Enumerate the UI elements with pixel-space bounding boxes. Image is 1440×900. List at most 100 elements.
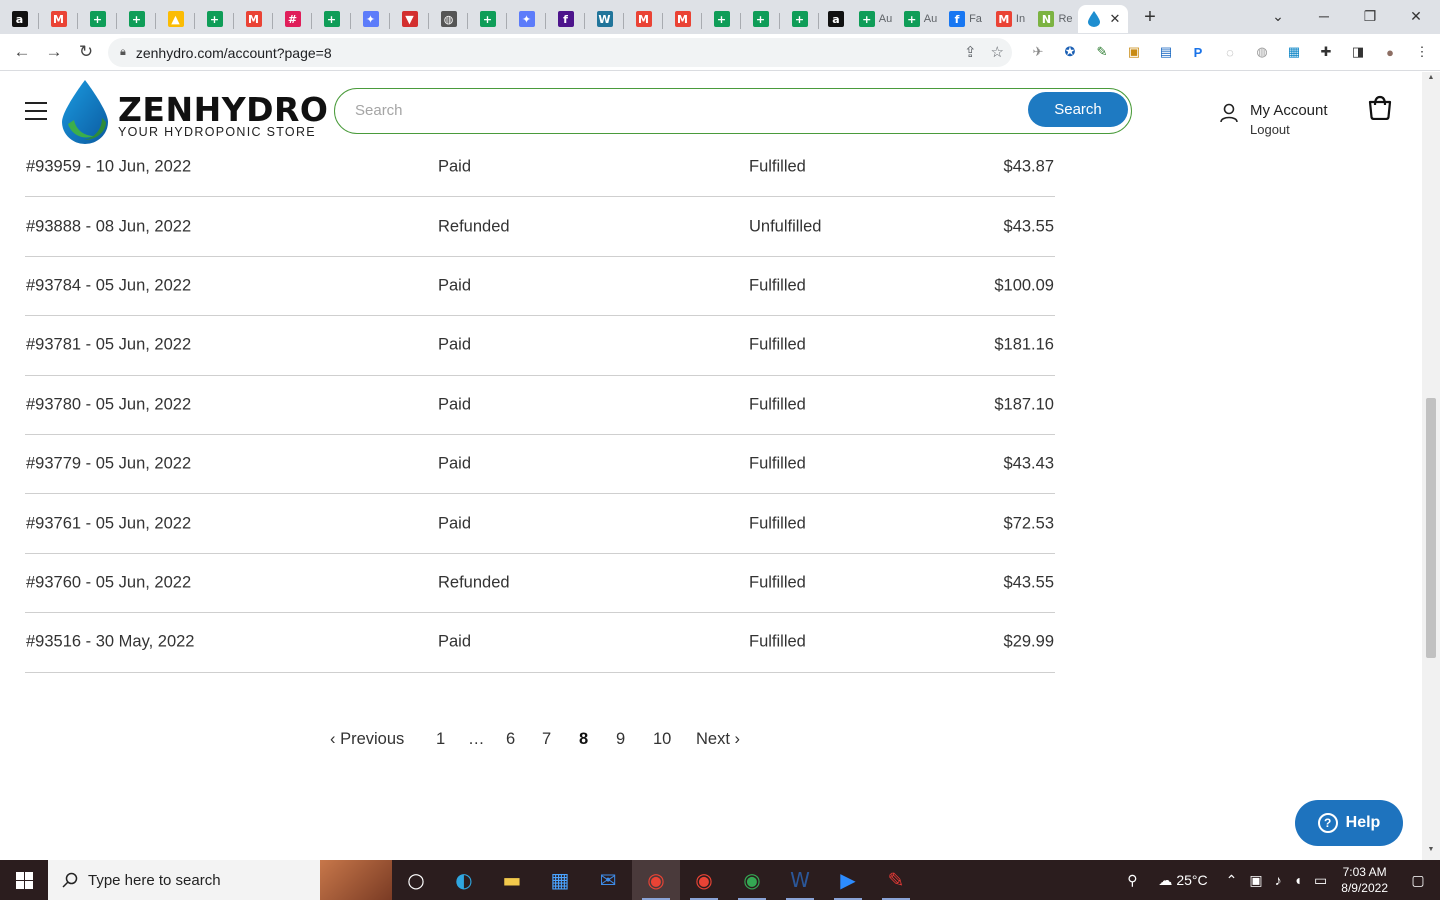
- browser-tab[interactable]: + Au: [898, 5, 943, 33]
- dropper-icon[interactable]: ✎: [1086, 38, 1118, 66]
- page-link[interactable]: 7: [542, 730, 551, 749]
- word-icon[interactable]: W: [776, 860, 824, 900]
- browser-tab[interactable]: M: [39, 5, 78, 33]
- order-id-date[interactable]: #93760 - 05 Jun, 2022: [26, 573, 191, 592]
- minimize-icon[interactable]: ─: [1301, 0, 1347, 32]
- taskbar-search-placeholder[interactable]: Type here to search: [88, 872, 221, 889]
- page-link[interactable]: 9: [616, 730, 625, 749]
- new-tab-button[interactable]: +: [1132, 6, 1168, 29]
- logout-link[interactable]: Logout: [1250, 122, 1290, 137]
- browser-tab[interactable]: #: [273, 5, 312, 33]
- browser-tab[interactable]: M: [624, 5, 663, 33]
- browser-tab[interactable]: ✦: [507, 5, 546, 33]
- browser-tab[interactable]: M: [663, 5, 702, 33]
- browser-tab[interactable]: +: [741, 5, 780, 33]
- task-view-icon[interactable]: ○: [392, 860, 440, 900]
- order-id-date[interactable]: #93516 - 30 May, 2022: [26, 633, 194, 652]
- browser-tab[interactable]: + Au: [853, 5, 898, 33]
- browser-tab[interactable]: M In: [988, 5, 1033, 33]
- extension-p-icon[interactable]: P: [1182, 38, 1214, 66]
- chrome-icon[interactable]: ◉: [680, 860, 728, 900]
- extension-icon[interactable]: ◌: [1214, 38, 1246, 66]
- extension-globe-icon[interactable]: ◍: [1246, 38, 1278, 66]
- chrome-icon[interactable]: ◉: [728, 860, 776, 900]
- order-id-date[interactable]: #93761 - 05 Jun, 2022: [26, 514, 191, 533]
- order-row[interactable]: #93888 - 08 Jun, 2022 Refunded Unfulfilled…: [25, 197, 1055, 257]
- order-row[interactable]: #93516 - 30 May, 2022 Paid Fulfilled $29.99: [25, 613, 1055, 673]
- order-id-date[interactable]: #93780 - 05 Jun, 2022: [26, 395, 191, 414]
- store-icon[interactable]: ▦: [536, 860, 584, 900]
- puzzle-icon[interactable]: ✚: [1310, 38, 1342, 66]
- page-link[interactable]: 1: [436, 730, 445, 749]
- people-icon[interactable]: ⚲: [1112, 860, 1152, 900]
- tab-search-icon[interactable]: ⌄: [1255, 0, 1301, 32]
- extension-ok-icon[interactable]: ▤: [1150, 38, 1182, 66]
- help-button[interactable]: ? Help: [1295, 800, 1403, 846]
- my-account-label[interactable]: My Account: [1250, 102, 1328, 119]
- browser-tab[interactable]: ✦: [351, 5, 390, 33]
- forward-icon[interactable]: →: [38, 36, 70, 68]
- tray-device-icon[interactable]: ▣: [1243, 860, 1268, 900]
- page-link[interactable]: 10: [653, 730, 671, 749]
- url-text[interactable]: zenhydro.com/account?page=8: [136, 45, 332, 61]
- order-id-date[interactable]: #93779 - 05 Jun, 2022: [26, 455, 191, 474]
- share-icon[interactable]: ⇪: [964, 43, 977, 61]
- browser-tab[interactable]: +: [312, 5, 351, 33]
- taskbar-search-box[interactable]: Type here to search: [48, 860, 392, 900]
- mail-icon[interactable]: ✉: [584, 860, 632, 900]
- browser-tab[interactable]: ◍: [429, 5, 468, 33]
- browser-tab[interactable]: ▼: [390, 5, 429, 33]
- windows-start-icon[interactable]: [0, 860, 48, 900]
- cart-bag-icon[interactable]: [1366, 94, 1394, 120]
- browser-tab[interactable]: M: [234, 5, 273, 33]
- scroll-up-arrow-icon[interactable]: ▲: [1424, 74, 1438, 84]
- volume-icon[interactable]: ◖: [1288, 860, 1308, 900]
- browser-tab[interactable]: +: [117, 5, 156, 33]
- extension-icon[interactable]: ✪: [1054, 38, 1086, 66]
- zoom-icon[interactable]: ▶: [824, 860, 872, 900]
- search-button[interactable]: Search: [1028, 92, 1128, 127]
- back-icon[interactable]: ←: [6, 36, 38, 68]
- previous-page-link[interactable]: ‹ Previous: [330, 730, 404, 749]
- browser-tab[interactable]: a: [0, 5, 39, 33]
- notifications-icon[interactable]: ▢: [1396, 860, 1440, 900]
- browser-tab[interactable]: f Fa: [943, 5, 988, 33]
- order-row[interactable]: #93761 - 05 Jun, 2022 Paid Fulfilled $72.53: [25, 494, 1055, 554]
- menu-icon[interactable]: ⋮: [1406, 38, 1438, 66]
- browser-tab[interactable]: ▲: [156, 5, 195, 33]
- browser-tab[interactable]: a: [819, 5, 853, 33]
- paint-icon[interactable]: ✎: [872, 860, 920, 900]
- close-window-icon[interactable]: ✕: [1393, 0, 1439, 32]
- browser-tab[interactable]: +: [468, 5, 507, 33]
- taskbar-clock[interactable]: 7:03 AM 8/9/2022: [1333, 864, 1396, 896]
- logo-wordmark[interactable]: ZENHYDRO: [118, 90, 328, 129]
- edge-icon[interactable]: ◐: [440, 860, 488, 900]
- order-id-date[interactable]: #93959 - 10 Jun, 2022: [26, 158, 191, 177]
- order-row[interactable]: #93781 - 05 Jun, 2022 Paid Fulfilled $181.1…: [25, 316, 1055, 376]
- side-panel-icon[interactable]: ◨: [1342, 38, 1374, 66]
- network-icon[interactable]: ▭: [1308, 860, 1333, 900]
- order-row[interactable]: #93784 - 05 Jun, 2022 Paid Fulfilled $100.0…: [25, 257, 1055, 317]
- browser-tab[interactable]: +: [780, 5, 819, 33]
- close-tab-icon[interactable]: ✕: [1110, 11, 1121, 27]
- lock-icon[interactable]: 🔒︎: [120, 46, 126, 59]
- browser-tab[interactable]: f: [546, 5, 585, 33]
- microphone-icon[interactable]: ♪: [1269, 860, 1288, 900]
- menu-hamburger-icon[interactable]: [25, 102, 47, 120]
- browser-tab[interactable]: +: [702, 5, 741, 33]
- bookmark-star-icon[interactable]: ☆: [991, 43, 1004, 61]
- scrollbar-thumb[interactable]: [1426, 398, 1436, 658]
- next-page-link[interactable]: Next ›: [696, 730, 740, 749]
- zenhydro-drop-logo-icon[interactable]: [62, 80, 108, 144]
- tray-expand-icon[interactable]: ⌃: [1220, 860, 1244, 900]
- extension-icon[interactable]: ▦: [1278, 38, 1310, 66]
- weather-cloud-icon[interactable]: ☁: [1152, 860, 1176, 900]
- active-tab[interactable]: ✕: [1078, 5, 1128, 33]
- browser-tab[interactable]: N Re: [1033, 5, 1078, 33]
- extension-icon[interactable]: ✈: [1022, 38, 1054, 66]
- order-row[interactable]: #93780 - 05 Jun, 2022 Paid Fulfilled $187.1…: [25, 376, 1055, 435]
- browser-tab[interactable]: W: [585, 5, 624, 33]
- chrome-icon[interactable]: ◉: [632, 860, 680, 900]
- restore-icon[interactable]: ❐: [1347, 0, 1393, 32]
- order-row[interactable]: #93779 - 05 Jun, 2022 Paid Fulfilled $43.43: [25, 435, 1055, 495]
